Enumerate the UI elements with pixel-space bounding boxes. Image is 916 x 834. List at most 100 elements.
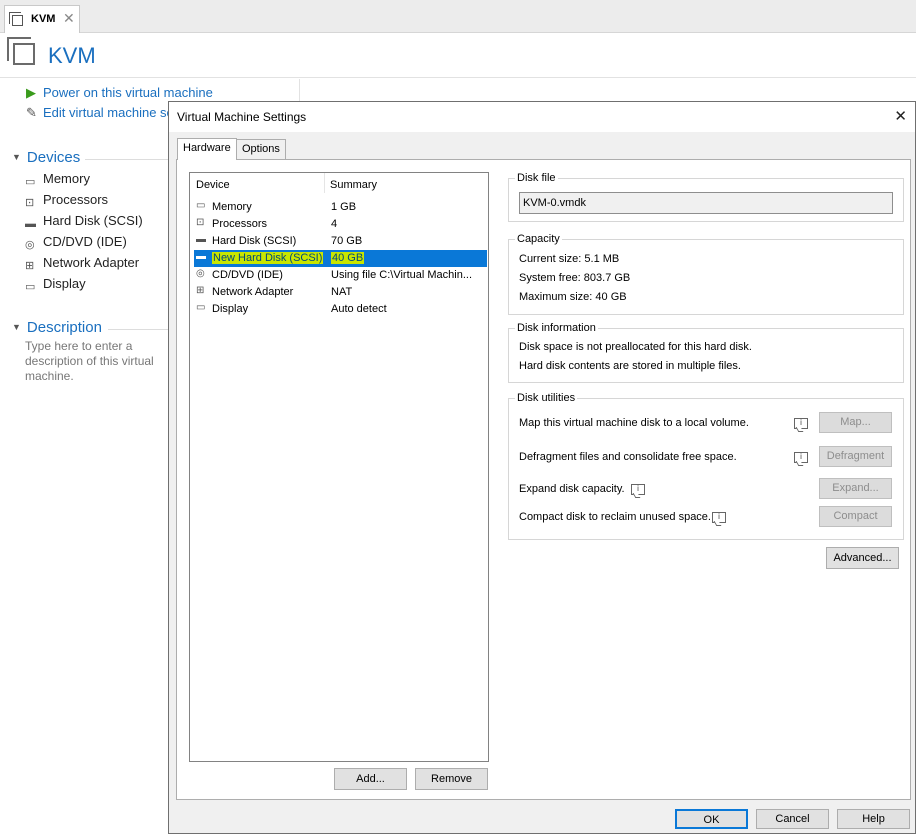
device-label: Display: [43, 276, 86, 291]
hardware-panel: Device Summary ▭ Memory 1 GB ⊡ Processor…: [176, 159, 911, 800]
device-list[interactable]: Device Summary ▭ Memory 1 GB ⊡ Processor…: [189, 172, 489, 762]
dialog-title: Virtual Machine Settings: [177, 110, 307, 124]
defragment-description: Defragment files and consolidate free sp…: [519, 451, 737, 463]
cd-dvd-icon: ◎: [196, 268, 205, 279]
device-label: Network Adapter: [43, 255, 140, 270]
device-row-hard-disk[interactable]: ▬ Hard Disk (SCSI) 70 GB: [194, 233, 487, 250]
devices-header-label: Devices: [26, 149, 81, 166]
compact-button[interactable]: Compact: [819, 506, 892, 527]
vm-title: KVM: [48, 43, 96, 68]
tab-close-icon[interactable]: ✕: [63, 10, 75, 27]
info-icon[interactable]: i: [794, 418, 808, 429]
sidebar-device-display[interactable]: ▭ Display: [25, 276, 86, 294]
info-icon[interactable]: i: [794, 452, 808, 463]
vm-settings-dialog: Virtual Machine Settings ✕ Hardware Opti…: [168, 101, 916, 834]
cancel-button[interactable]: Cancel: [756, 809, 829, 829]
row-summary: 40 GB: [331, 252, 365, 264]
map-button[interactable]: Map...: [819, 412, 892, 433]
vm-header: KVM: [0, 34, 916, 78]
divider: [85, 159, 175, 160]
vm-tab-icon: [9, 12, 23, 26]
display-icon: ▭: [196, 302, 206, 313]
processor-icon: ⊡: [196, 217, 205, 228]
device-label: Processors: [43, 192, 109, 207]
disk-information-group: Disk information Disk space is not preal…: [508, 322, 904, 383]
capacity-group: Capacity Current size: 5.1 MB System fre…: [508, 233, 904, 315]
row-device: Network Adapter: [212, 286, 294, 298]
disk-utilities-title: Disk utilities: [515, 392, 578, 404]
tab-label: KVM: [31, 13, 56, 25]
close-icon[interactable]: ✕: [894, 107, 907, 125]
sidebar-device-cd-dvd[interactable]: ◎ CD/DVD (IDE): [25, 234, 127, 252]
device-row-display[interactable]: ▭ Display Auto detect: [194, 301, 487, 318]
display-icon: ▭: [25, 281, 36, 293]
device-row-processors[interactable]: ⊡ Processors 4: [194, 216, 487, 233]
row-summary: 1 GB: [331, 201, 357, 213]
devices-section-header[interactable]: ▼ Devices: [12, 149, 80, 166]
sidebar-device-processors[interactable]: ⊡ Processors: [25, 192, 108, 210]
dialog-titlebar: Virtual Machine Settings ✕: [169, 102, 915, 132]
expand-button[interactable]: Expand...: [819, 478, 892, 499]
description-section-header[interactable]: ▼ Description: [12, 319, 102, 336]
description-header-label: Description: [26, 319, 102, 336]
device-row-new-hard-disk[interactable]: ▬ New Hard Disk (SCSI) 40 GB: [194, 250, 487, 267]
defragment-button[interactable]: Defragment: [819, 446, 892, 467]
collapse-triangle-icon: ▼: [12, 322, 21, 332]
edit-icon: ✎: [26, 105, 37, 120]
row-summary: Using file C:\Virtual Machin...: [331, 269, 473, 281]
power-on-label: Power on this virtual machine: [43, 85, 213, 100]
device-row-network-adapter[interactable]: ⊞ Network Adapter NAT: [194, 284, 487, 301]
current-size: Current size: 5.1 MB: [519, 253, 620, 265]
device-label: Memory: [43, 171, 90, 186]
network-adapter-icon: ⊞: [25, 260, 35, 272]
network-adapter-icon: ⊞: [196, 285, 205, 296]
sidebar-device-network-adapter[interactable]: ⊞ Network Adapter: [25, 255, 139, 273]
capacity-title: Capacity: [515, 233, 562, 245]
sidebar-device-memory[interactable]: ▭ Memory: [25, 171, 90, 189]
row-device: Memory: [212, 201, 252, 213]
hard-disk-icon: ▬: [25, 218, 36, 230]
system-free: System free: 803.7 GB: [519, 272, 631, 284]
disk-file-title: Disk file: [515, 172, 558, 184]
device-list-header: Device Summary: [190, 173, 488, 193]
processor-icon: ⊡: [25, 197, 35, 209]
info-icon[interactable]: i: [712, 512, 726, 523]
tab-kvm[interactable]: KVM ✕: [4, 5, 80, 33]
remove-device-button[interactable]: Remove: [415, 768, 488, 790]
row-device: New Hard Disk (SCSI): [212, 252, 324, 264]
expand-description: Expand disk capacity.: [519, 483, 625, 495]
info-icon[interactable]: i: [631, 484, 645, 495]
sidebar-device-hard-disk[interactable]: ▬ Hard Disk (SCSI): [25, 213, 143, 231]
vm-icon: [7, 37, 35, 65]
column-header-summary[interactable]: Summary: [330, 179, 377, 191]
row-device: Processors: [212, 218, 268, 230]
hard-disk-icon: ▬: [196, 251, 206, 262]
map-description: Map this virtual machine disk to a local…: [519, 417, 749, 429]
row-device: Hard Disk (SCSI): [212, 235, 297, 247]
tab-options[interactable]: Options: [236, 139, 286, 159]
disk-information-title: Disk information: [515, 322, 598, 334]
row-device: CD/DVD (IDE): [212, 269, 283, 281]
maximum-size: Maximum size: 40 GB: [519, 291, 627, 303]
disk-file-field[interactable]: KVM-0.vmdk: [519, 192, 893, 214]
tab-hardware[interactable]: Hardware: [177, 138, 237, 160]
device-row-cd-dvd[interactable]: ◎ CD/DVD (IDE) Using file C:\Virtual Mac…: [194, 267, 487, 284]
row-summary: NAT: [331, 286, 353, 298]
ok-button[interactable]: OK: [675, 809, 748, 829]
device-label: CD/DVD (IDE): [43, 234, 127, 249]
play-icon: ▶: [26, 85, 36, 100]
compact-description: Compact disk to reclaim unused space.: [519, 511, 711, 523]
description-input[interactable]: Type here to enter a description of this…: [25, 339, 175, 384]
column-header-device[interactable]: Device: [196, 179, 230, 191]
row-summary: 4: [331, 218, 338, 230]
memory-icon: ▭: [196, 200, 206, 211]
help-button[interactable]: Help: [837, 809, 910, 829]
disk-info-line-2: Hard disk contents are stored in multipl…: [519, 360, 741, 372]
hard-disk-icon: ▬: [196, 234, 206, 245]
row-device: Display: [212, 303, 249, 315]
add-device-button[interactable]: Add...: [334, 768, 407, 790]
device-row-memory[interactable]: ▭ Memory 1 GB: [194, 199, 487, 216]
memory-icon: ▭: [25, 176, 36, 188]
column-separator[interactable]: [324, 173, 325, 193]
advanced-button[interactable]: Advanced...: [826, 547, 899, 569]
